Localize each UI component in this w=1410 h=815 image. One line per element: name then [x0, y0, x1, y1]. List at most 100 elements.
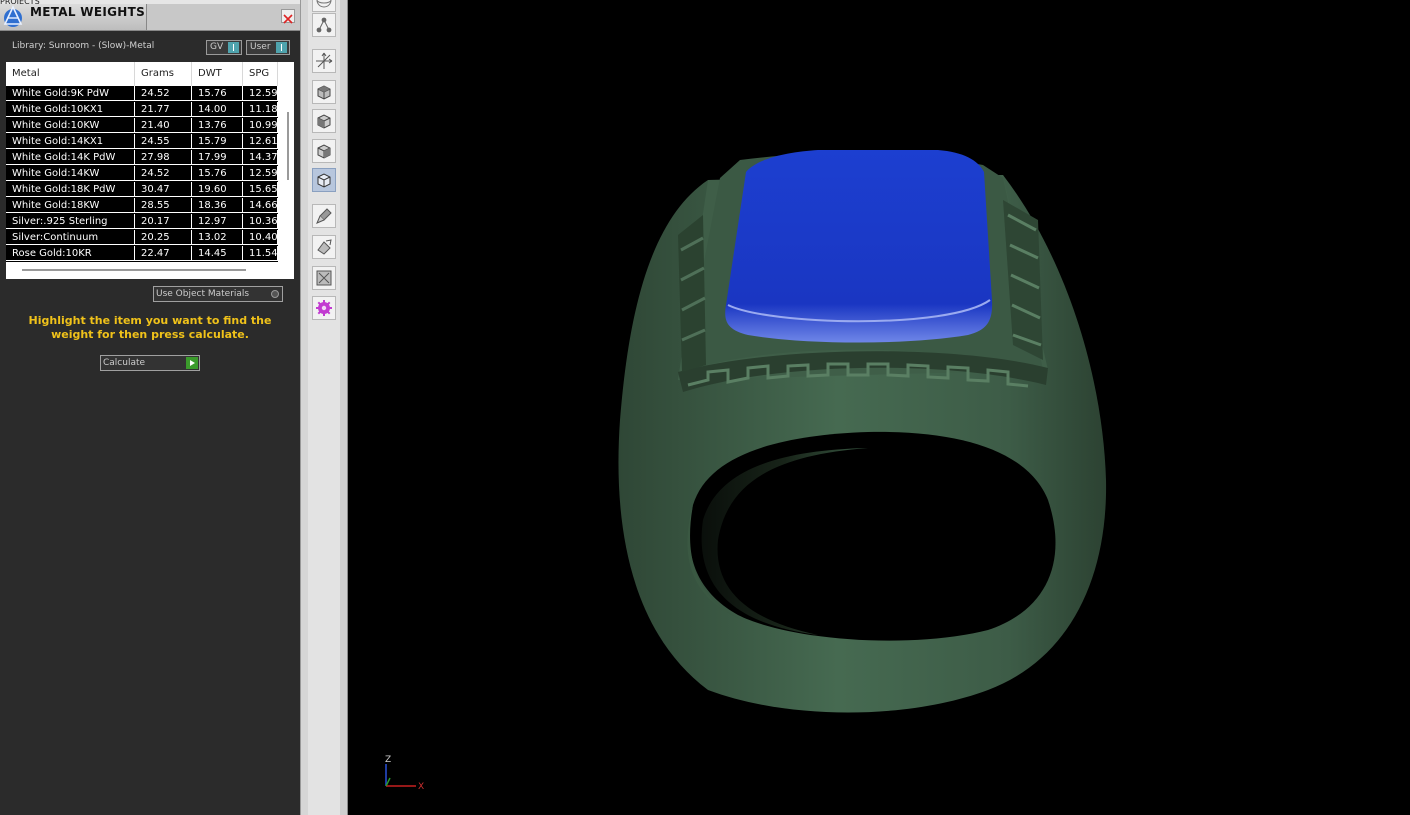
cell-grams: 27.98: [135, 150, 192, 165]
cell-grams: 24.55: [135, 134, 192, 149]
cell-spg: 11.18: [243, 102, 278, 117]
radio-icon[interactable]: [271, 290, 279, 298]
table-row[interactable]: White Gold:10KW 21.40 13.76 10.99: [6, 118, 278, 134]
instructions-text: Highlight the item you want to find the …: [28, 314, 272, 341]
panel-title: METAL WEIGHTS: [30, 5, 146, 19]
cube-side-icon: [317, 144, 331, 159]
toolbar-view-top-button[interactable]: [312, 80, 336, 104]
cell-spg: 12.61: [243, 134, 278, 149]
column-header-spg[interactable]: SPG: [243, 62, 278, 86]
table-row[interactable]: Silver:.925 Sterling 20.17 12.97 10.36: [6, 214, 278, 230]
close-icon: [283, 14, 293, 24]
vertical-toolbar: [308, 0, 341, 815]
cell-spg: 14.37: [243, 150, 278, 165]
table-row[interactable]: White Gold:9K PdW 24.52 15.76 12.59: [6, 86, 278, 102]
cell-spg: 10.99: [243, 118, 278, 133]
cell-dwt: 13.02: [192, 230, 243, 245]
x-axis-label: X: [418, 782, 424, 792]
toolbar-brush-button[interactable]: [312, 204, 336, 228]
table-row[interactable]: White Gold:18K PdW 30.47 19.60 15.65: [6, 182, 278, 198]
table-row[interactable]: White Gold:14K PdW 27.98 17.99 14.37: [6, 150, 278, 166]
metal-table: Metal Grams DWT SPG White Gold:9K PdW 24.…: [6, 62, 294, 279]
cell-grams: 21.77: [135, 102, 192, 117]
zoom-fit-icon: [316, 270, 332, 286]
cell-dwt: 15.79: [192, 134, 243, 149]
cell-spg: 15.65: [243, 182, 278, 197]
cell-spg: 11.54: [243, 246, 278, 261]
close-button[interactable]: [281, 9, 295, 24]
cell-metal: White Gold:18K PdW: [6, 182, 135, 197]
cube-top-icon: [317, 85, 331, 100]
cell-dwt: 14.00: [192, 102, 243, 117]
cell-metal: White Gold:14KW: [6, 166, 135, 181]
panel-splitter[interactable]: [300, 0, 308, 815]
cell-spg: 14.66: [243, 198, 278, 213]
toolbar-view-iso-button[interactable]: [312, 168, 336, 192]
table-row[interactable]: White Gold:14KW 24.52 15.76 12.59: [6, 166, 278, 182]
cell-dwt: 13.76: [192, 118, 243, 133]
gv-toggle[interactable]: GV: [206, 40, 242, 55]
cell-metal: White Gold:18KW: [6, 198, 135, 213]
3d-viewport[interactable]: Z X: [348, 0, 1410, 815]
axes-icon: [316, 52, 333, 69]
library-label: Library: Sunroom - (Slow)-Metal: [12, 41, 155, 51]
vertical-scroll-thumb[interactable]: [287, 112, 289, 180]
cell-dwt: 15.76: [192, 86, 243, 101]
cell-metal: White Gold:10KW: [6, 118, 135, 133]
cell-grams: 20.25: [135, 230, 192, 245]
gv-toggle-knob: [228, 42, 239, 53]
column-header-dwt[interactable]: DWT: [192, 62, 243, 86]
vertical-scrollbar[interactable]: [283, 62, 294, 279]
nodes-icon: [316, 17, 332, 33]
table-row[interactable]: Silver:Continuum 20.25 13.02 10.40: [6, 230, 278, 246]
cube-iso-icon: [317, 173, 331, 188]
toolbar-nodes-button[interactable]: [312, 13, 336, 37]
cell-dwt: 14.45: [192, 246, 243, 261]
use-object-materials-label: Use Object Materials: [156, 289, 250, 299]
table-row[interactable]: Rose Gold:10KR 22.47 14.45 11.54: [6, 246, 278, 262]
cell-grams: 30.47: [135, 182, 192, 197]
toolbar-gear-button[interactable]: [312, 296, 336, 320]
toolbar-edge: [340, 0, 348, 815]
cell-grams: 24.52: [135, 86, 192, 101]
cell-grams: 20.17: [135, 214, 192, 229]
toolbar-paint-button[interactable]: [312, 235, 336, 259]
table-row[interactable]: White Gold:18KW 28.55 18.36 14.66: [6, 198, 278, 214]
panel-title-bar: PROJECTS METAL WEIGHTS: [0, 0, 300, 31]
toolbar-view-front-button[interactable]: [312, 109, 336, 133]
cell-metal: Silver:.925 Sterling: [6, 214, 135, 229]
cell-metal: Silver:Continuum: [6, 230, 135, 245]
paint-icon: [317, 239, 332, 255]
user-toggle[interactable]: User: [246, 40, 290, 55]
brush-icon: [316, 208, 332, 224]
cell-grams: 22.47: [135, 246, 192, 261]
column-header-grams[interactable]: Grams: [135, 62, 192, 86]
cell-metal: White Gold:14K PdW: [6, 150, 135, 165]
table-header: Metal Grams DWT SPG: [6, 62, 278, 86]
cell-spg: 10.40: [243, 230, 278, 245]
calculate-button[interactable]: Calculate: [100, 355, 200, 371]
table-row[interactable]: White Gold:14KX1 24.55 15.79 12.61: [6, 134, 278, 150]
cell-spg: 10.36: [243, 214, 278, 229]
cell-metal: White Gold:10KX1: [6, 102, 135, 117]
cell-metal: White Gold:9K PdW: [6, 86, 135, 101]
cell-grams: 21.40: [135, 118, 192, 133]
toolbar-axes-button[interactable]: [312, 49, 336, 73]
toolbar-zoom-fit-button[interactable]: [312, 266, 336, 290]
toolbar-view-side-button[interactable]: [312, 139, 336, 163]
calculate-label: Calculate: [103, 358, 146, 368]
cell-grams: 28.55: [135, 198, 192, 213]
table-row[interactable]: White Gold:10KX1 21.77 14.00 11.18: [6, 102, 278, 118]
cell-spg: 12.59: [243, 166, 278, 181]
column-header-metal[interactable]: Metal: [6, 62, 135, 86]
metal-weights-panel: PROJECTS METAL WEIGHTS Library: Sunroom …: [0, 0, 300, 815]
use-object-materials-option[interactable]: Use Object Materials: [153, 286, 283, 302]
cell-spg: 12.59: [243, 86, 278, 101]
z-axis-label: Z: [385, 755, 391, 765]
user-toggle-label: User: [250, 42, 271, 52]
horizontal-scroll-thumb[interactable]: [22, 269, 246, 271]
ring-model: [618, 150, 1107, 713]
axis-indicator: Z X: [385, 755, 424, 792]
toolbar-sphere-button[interactable]: [312, 0, 336, 12]
sphere-icon: [316, 0, 332, 8]
